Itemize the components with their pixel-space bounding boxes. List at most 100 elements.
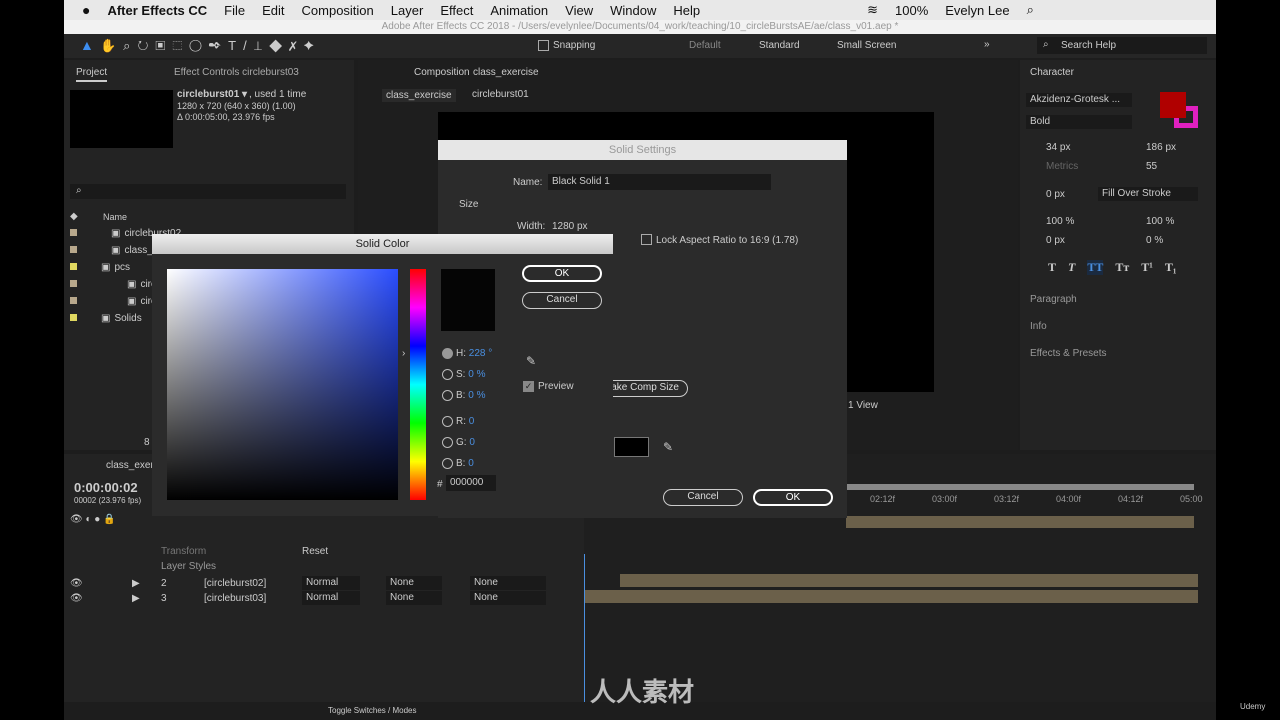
layer-bar-3[interactable] [584, 590, 1198, 603]
blend-mode-dropdown[interactable]: Normal [302, 576, 360, 590]
user-name[interactable]: Evelyn Lee [945, 3, 1009, 18]
layer-name[interactable]: [circleburst03] [204, 593, 266, 604]
selection-tool-icon[interactable]: ▲ [80, 37, 94, 53]
timeline-tab[interactable]: class_exer [106, 460, 154, 471]
all-caps-button[interactable]: TT [1087, 260, 1104, 275]
current-timecode[interactable]: 0:00:00:02 [74, 480, 138, 495]
label-color-swatch[interactable] [70, 246, 77, 253]
visibility-icon[interactable]: 👁 [70, 593, 83, 604]
ok-button[interactable]: OK [753, 489, 833, 506]
menu-edit[interactable]: Edit [262, 3, 284, 18]
menu-effect[interactable]: Effect [440, 3, 473, 18]
kerning-value[interactable]: Metrics [1046, 161, 1078, 172]
hue-slider-handle[interactable]: › [402, 348, 405, 359]
label-color-swatch[interactable] [70, 297, 77, 304]
wifi-icon[interactable]: ≋ [867, 2, 878, 18]
expand-icon[interactable]: ▶ [132, 593, 140, 604]
menu-layer[interactable]: Layer [391, 3, 424, 18]
channel-value[interactable]: 0 % [468, 390, 485, 401]
channel-value[interactable]: 228 ° [469, 348, 492, 359]
menu-animation[interactable]: Animation [490, 3, 548, 18]
workspace-standard[interactable]: Standard [759, 40, 800, 51]
preview-checkbox[interactable]: ✓ [523, 381, 534, 392]
label-color-swatch[interactable] [70, 314, 77, 321]
battery-label[interactable]: 100% [895, 3, 928, 18]
search-help-input[interactable]: ⌕ Search Help [1037, 37, 1207, 54]
label-color-swatch[interactable] [70, 229, 77, 236]
item-name[interactable]: circleburst01 ▾ [177, 89, 247, 100]
workspace-default[interactable]: Default [689, 40, 721, 51]
stroke-mode-dropdown[interactable]: Fill Over Stroke [1098, 187, 1198, 201]
color-ok-button[interactable]: OK [522, 265, 602, 282]
menu-help[interactable]: Help [673, 3, 700, 18]
fill-color-swatch[interactable] [1160, 92, 1186, 118]
stroke-width-value[interactable]: 0 px [1046, 189, 1065, 200]
visibility-icon[interactable]: 👁 [70, 578, 83, 589]
channel-value[interactable]: 0 [469, 437, 475, 448]
label-color-swatch[interactable] [70, 280, 77, 287]
breadcrumb-circleburst01[interactable]: circleburst01 [472, 89, 529, 100]
saturation-brightness-field[interactable] [167, 269, 398, 500]
superscript-button[interactable]: T¹ [1141, 260, 1153, 275]
current-time-indicator[interactable] [584, 554, 585, 702]
breadcrumb-class-exercise[interactable]: class_exercise [382, 89, 456, 102]
font-size-value[interactable]: 34 px [1046, 142, 1070, 153]
parent-dropdown[interactable]: None [470, 576, 546, 590]
track-matte-dropdown[interactable]: None [386, 591, 442, 605]
solid-color-swatch[interactable] [614, 437, 649, 457]
apple-icon[interactable]: ● [82, 2, 90, 18]
app-menu[interactable]: After Effects CC [107, 3, 207, 18]
layer-styles-property[interactable]: Layer Styles [161, 561, 216, 572]
tracking-value[interactable]: 55 [1146, 161, 1157, 172]
search-icon[interactable]: ⌕ [1027, 2, 1034, 18]
layer-bar-2[interactable] [620, 574, 1198, 587]
font-family-dropdown[interactable]: Akzidenz-Grotesk ... [1026, 93, 1132, 107]
bpc-label[interactable]: 8 [144, 437, 150, 448]
leading-value[interactable]: 186 px [1146, 142, 1176, 153]
composition-tab-name[interactable]: class_exercise [473, 67, 539, 78]
tsume-value[interactable]: 0 % [1146, 235, 1163, 246]
channel-radio[interactable] [442, 369, 453, 380]
effects-presets-panel[interactable]: Effects & Presets [1030, 348, 1107, 359]
workspace-small-screen[interactable]: Small Screen [837, 40, 896, 51]
project-search-input[interactable]: ⌕ [70, 184, 346, 199]
tab-effect-controls[interactable]: Effect Controls circleburst03 [174, 67, 299, 78]
view-layout-dropdown[interactable]: 1 View [848, 400, 878, 411]
channel-value[interactable]: 0 [468, 458, 474, 469]
width-value[interactable]: 1280 [552, 221, 574, 232]
expand-icon[interactable]: ▶ [132, 578, 140, 589]
channel-radio[interactable] [442, 437, 453, 448]
vertical-scale-value[interactable]: 100 % [1046, 216, 1074, 227]
tools-icons[interactable]: ✋⌕↻▣⬚◯✒T/⊥◆✗✦ [100, 38, 321, 54]
tab-project[interactable]: Project [76, 67, 108, 82]
font-style-dropdown[interactable]: Bold [1026, 115, 1132, 129]
subscript-button[interactable]: T₁ [1165, 260, 1177, 275]
small-caps-button[interactable]: Tт [1115, 260, 1129, 275]
menu-window[interactable]: Window [610, 3, 656, 18]
parent-dropdown[interactable]: None [470, 591, 546, 605]
more-workspaces-icon[interactable]: » [984, 39, 990, 50]
paragraph-panel[interactable]: Paragraph [1030, 294, 1077, 305]
channel-radio[interactable] [442, 416, 453, 427]
toggle-switches-modes[interactable]: Toggle Switches / Modes [328, 706, 417, 715]
layer-bar[interactable] [846, 516, 1194, 528]
lock-aspect-checkbox[interactable] [641, 234, 652, 245]
track-matte-dropdown[interactable]: None [386, 576, 442, 590]
color-cancel-button[interactable]: Cancel [522, 292, 602, 309]
column-name[interactable]: Name [103, 212, 127, 222]
menu-view[interactable]: View [565, 3, 593, 18]
menu-composition[interactable]: Composition [302, 3, 374, 18]
transform-property[interactable]: Transform [161, 546, 206, 557]
faux-bold-button[interactable]: T [1048, 260, 1056, 275]
cancel-button[interactable]: Cancel [663, 489, 743, 506]
channel-value[interactable]: 0 [469, 416, 475, 427]
solid-name-input[interactable]: Black Solid 1 [548, 174, 771, 190]
composition-tab-prefix[interactable]: Composition [414, 67, 470, 78]
menu-file[interactable]: File [224, 3, 245, 18]
horizontal-scale-value[interactable]: 100 % [1146, 216, 1174, 227]
channel-radio[interactable] [442, 390, 453, 401]
layer-name[interactable]: [circleburst02] [204, 578, 266, 589]
info-panel[interactable]: Info [1030, 321, 1047, 332]
hex-input[interactable]: 000000 [446, 475, 496, 491]
work-area-bar[interactable] [846, 484, 1194, 490]
